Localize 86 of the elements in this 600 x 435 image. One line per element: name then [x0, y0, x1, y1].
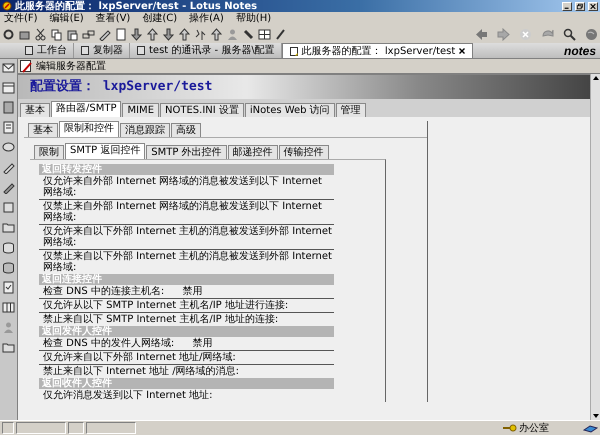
arrow-up-icon[interactable]: [210, 28, 223, 40]
field-label: 仅允许来自外部 Internet 网络域的消息被发送到以下 Internet 网络域:: [43, 176, 323, 198]
menu-item[interactable]: 操作(A): [189, 13, 224, 24]
scroll-down-icon[interactable]: [591, 412, 600, 420]
tab[interactable]: NOTES.INI 设置: [160, 103, 244, 117]
document-icon[interactable]: [114, 28, 127, 40]
field-value: 禁用: [182, 286, 202, 297]
field-label: 禁止来自以下 Internet 地址 /网络域的消息:: [43, 366, 239, 377]
notepad-icon[interactable]: [2, 121, 15, 134]
folder-icon[interactable]: [2, 341, 15, 354]
tab[interactable]: 消息跟踪: [120, 123, 170, 137]
pencil-icon[interactable]: [2, 181, 15, 194]
tab[interactable]: 限制: [34, 145, 64, 159]
menu-item[interactable]: 帮助(H): [236, 13, 272, 24]
app-icon: [2, 1, 12, 11]
chat-icon[interactable]: [2, 141, 15, 154]
field-label: 仅允许来自以下外部 Internet 地址/网络域:: [43, 352, 236, 363]
tab[interactable]: 邮递控件: [228, 145, 278, 159]
arrow-down-icon[interactable]: [130, 28, 143, 40]
window-tab[interactable]: 此服务器的配置： lxpServer/test: [282, 43, 474, 58]
window-title: 此服务器的配置： lxpServer/test - Lotus Notes: [15, 0, 258, 12]
scroll-up-icon[interactable]: [591, 74, 600, 82]
restore-icon[interactable]: [575, 2, 585, 10]
copy-icon[interactable]: [50, 28, 63, 40]
database-icon[interactable]: [2, 241, 15, 254]
field-label: 仅允许来自以下外部 Internet 主机的消息被发送到外部 Internet 网络域:: [43, 226, 333, 248]
menu-item[interactable]: 查看(V): [96, 13, 130, 24]
grid-icon[interactable]: [2, 301, 15, 314]
brand-logo: notes: [564, 44, 597, 58]
mail-icon[interactable]: [2, 61, 15, 74]
section-header: 返回连接控件: [39, 274, 334, 285]
pencil-icon[interactable]: [98, 28, 111, 40]
table-icon[interactable]: [258, 28, 271, 40]
checklist-icon[interactable]: [2, 281, 15, 294]
location-label[interactable]: 办公室: [519, 422, 549, 434]
folder-icon[interactable]: [2, 221, 15, 234]
section-header: 返回收件人控件: [39, 378, 334, 389]
tab[interactable]: SMTP 外出控件: [146, 145, 227, 159]
tab[interactable]: 基本: [28, 123, 58, 137]
section-header: 返回发件人控件: [39, 326, 334, 337]
status-field[interactable]: [68, 422, 84, 434]
menu-item[interactable]: 编辑(E): [50, 13, 84, 24]
tab[interactable]: 路由器/SMTP: [51, 101, 122, 117]
status-field[interactable]: [16, 422, 66, 434]
arrow-down-icon[interactable]: [162, 28, 175, 40]
tab[interactable]: MIME: [122, 103, 160, 117]
tab[interactable]: 基本: [20, 103, 50, 117]
field-label: 检查 DNS 中的连接主机名:: [43, 286, 164, 297]
window-tab[interactable]: test 的通讯录 - 服务器\配置: [130, 43, 282, 58]
minimize-icon[interactable]: [562, 2, 572, 10]
tab[interactable]: 限制和控件: [59, 121, 119, 137]
window-tab[interactable]: 复制器: [74, 43, 130, 58]
tab[interactable]: SMTP 返回控件: [65, 143, 146, 159]
window-tab[interactable]: 工作台: [18, 43, 74, 58]
section-header: 返回转发控件: [39, 164, 334, 175]
document-title: 配置设置： lxpServer/test: [30, 80, 212, 94]
arrow-up-icon[interactable]: [178, 28, 191, 40]
tab[interactable]: iNotes Web 访问: [244, 103, 335, 117]
status-field[interactable]: [2, 422, 14, 434]
search-icon[interactable]: [563, 28, 576, 40]
scissors-icon[interactable]: [34, 28, 47, 40]
field-label: 检查 DNS 中的发件人网络域:: [43, 338, 174, 349]
field-value: 禁用: [192, 338, 212, 349]
status-field[interactable]: [86, 422, 136, 434]
close-icon[interactable]: [458, 47, 466, 55]
field-label: 仅允许从以下 SMTP Internet 主机名/IP 地址进行连接:: [43, 300, 288, 311]
calendar-icon[interactable]: [2, 81, 15, 94]
edit-button[interactable]: 编辑服务器配置: [34, 60, 108, 72]
menu-item[interactable]: 文件(F): [4, 13, 38, 24]
document-icon: [288, 46, 299, 56]
tab[interactable]: 管理: [336, 103, 366, 117]
field-label: 仅允许消息发送到以下 Internet 地址:: [43, 390, 212, 401]
tab[interactable]: 高级: [171, 123, 201, 137]
back-arrow-icon[interactable]: [475, 28, 488, 40]
menu-item[interactable]: 创建(C): [142, 13, 178, 24]
database-icon[interactable]: [2, 261, 15, 274]
key-icon[interactable]: [502, 423, 517, 433]
arrow-up-icon[interactable]: [146, 28, 159, 40]
field-label: 禁止来自以下 SMTP Internet 主机名/IP 地址的连接:: [43, 314, 278, 325]
pencil-icon: [20, 60, 32, 72]
field-label: 仅禁止来自外部 Internet 网络域的消息被发送到以下 Internet 网络域:: [43, 201, 323, 223]
field-label: 仅禁止来自以下外部 Internet 主机的消息被发送到外部 Internet 网络域:: [43, 251, 333, 273]
tab[interactable]: 传输控件: [278, 145, 329, 159]
paste-icon[interactable]: [66, 28, 79, 40]
pencil-icon[interactable]: [2, 161, 15, 174]
globe-icon[interactable]: [585, 28, 598, 40]
